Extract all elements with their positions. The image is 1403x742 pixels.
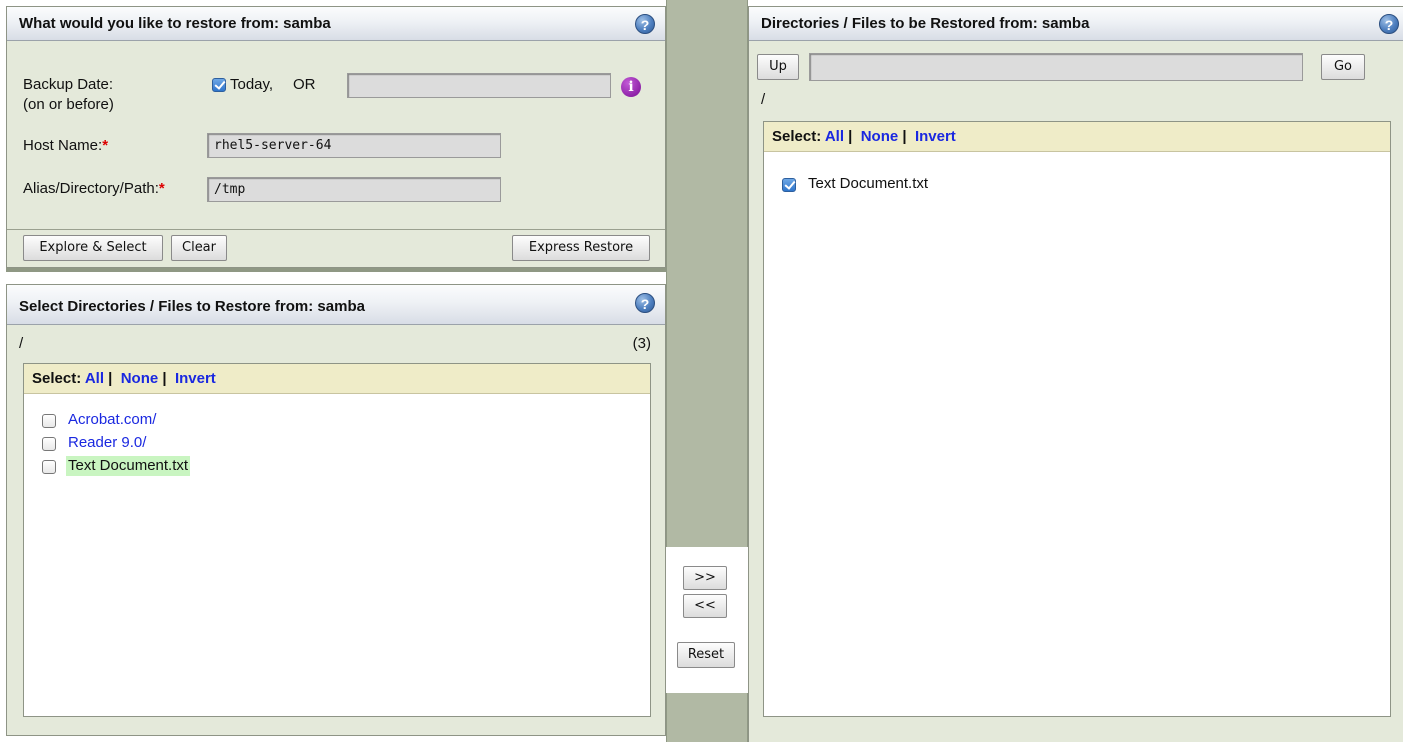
select-invert-link[interactable]: Invert <box>175 370 216 387</box>
required-mark: * <box>158 180 165 197</box>
question-mark-icon[interactable]: ? <box>635 293 655 313</box>
restore-file-list: Select: All | None | Invert Text Documen… <box>763 121 1391 717</box>
host-name-label: Host Name:* <box>23 136 108 156</box>
item-checkbox[interactable] <box>42 460 56 474</box>
select-files-header: Select Directories / Files to Restore fr… <box>7 285 665 325</box>
list-item[interactable]: Text Document.txt <box>66 456 191 476</box>
select-files-panel: Select Directories / Files to Restore fr… <box>6 284 666 736</box>
backup-date-sublabel: (on or before) <box>23 96 114 113</box>
panel-title: What would you like to restore from: sam… <box>19 15 331 32</box>
select-label: Select: <box>772 128 822 145</box>
question-mark-icon[interactable]: ? <box>635 14 655 34</box>
item-count: (3) <box>632 335 651 352</box>
backup-date-label: Backup Date: <box>23 76 114 93</box>
select-invert-link[interactable]: Invert <box>915 128 956 145</box>
required-mark: * <box>102 137 109 154</box>
host-name-label-text: Host Name: <box>23 137 103 154</box>
restore-options-panel: What would you like to restore from: sam… <box>6 6 666 268</box>
current-path: / <box>19 335 24 352</box>
up-button[interactable]: Up <box>757 54 799 80</box>
question-mark-icon[interactable]: ? <box>1379 14 1399 34</box>
today-label: Today, <box>230 76 274 93</box>
restore-list-panel: Directories / Files to be Restored from:… <box>748 6 1403 742</box>
restore-options-header: What would you like to restore from: sam… <box>7 7 665 41</box>
item-checkbox[interactable] <box>42 437 56 451</box>
explore-select-button[interactable]: Explore & Select <box>23 235 163 261</box>
restore-current-path: / <box>761 91 766 108</box>
or-label: OR <box>293 76 316 93</box>
backup-date-input[interactable] <box>347 73 611 98</box>
express-restore-button[interactable]: Express Restore <box>512 235 650 261</box>
select-none-link[interactable]: None <box>121 370 159 387</box>
select-label: Select: <box>32 370 82 387</box>
center-gutter-bottom <box>666 693 748 742</box>
source-file-list: Select: All | None | Invert Acrobat.com/… <box>23 363 651 717</box>
host-name-input[interactable]: rhel5-server-64 <box>207 133 501 158</box>
select-none-link[interactable]: None <box>861 128 899 145</box>
restore-path-input[interactable] <box>809 53 1303 81</box>
path-label: Alias/Directory/Path:* <box>23 179 165 199</box>
add-to-restore-button[interactable]: >> <box>683 566 727 590</box>
select-bar: Select: All | None | Invert <box>764 122 1390 152</box>
separator: | <box>162 370 167 387</box>
today-checkbox[interactable] <box>212 78 226 92</box>
path-label-text: Alias/Directory/Path: <box>23 180 159 197</box>
path-input[interactable]: /tmp <box>207 177 501 202</box>
item-checkbox[interactable] <box>782 178 796 192</box>
item-checkbox[interactable] <box>42 414 56 428</box>
panel-title: Select Directories / Files to Restore fr… <box>19 298 365 315</box>
info-icon[interactable]: i <box>621 77 641 97</box>
separator: | <box>848 128 853 145</box>
select-all-link[interactable]: All <box>825 128 844 145</box>
select-all-link[interactable]: All <box>85 370 104 387</box>
separator: | <box>902 128 907 145</box>
separator: | <box>108 370 113 387</box>
clear-button[interactable]: Clear <box>171 235 227 261</box>
list-item[interactable]: Acrobat.com/ <box>68 410 156 430</box>
center-gutter-top <box>666 0 748 547</box>
go-button[interactable]: Go <box>1321 54 1365 80</box>
reset-button[interactable]: Reset <box>677 642 735 668</box>
panel-title: Directories / Files to be Restored from:… <box>761 15 1090 32</box>
remove-from-restore-button[interactable]: << <box>683 594 727 618</box>
list-item[interactable]: Reader 9.0/ <box>68 433 146 453</box>
restore-list-header: Directories / Files to be Restored from:… <box>749 7 1403 41</box>
select-bar: Select: All | None | Invert <box>24 364 650 394</box>
list-item[interactable]: Text Document.txt <box>808 174 928 194</box>
left-panel-divider <box>6 268 666 272</box>
